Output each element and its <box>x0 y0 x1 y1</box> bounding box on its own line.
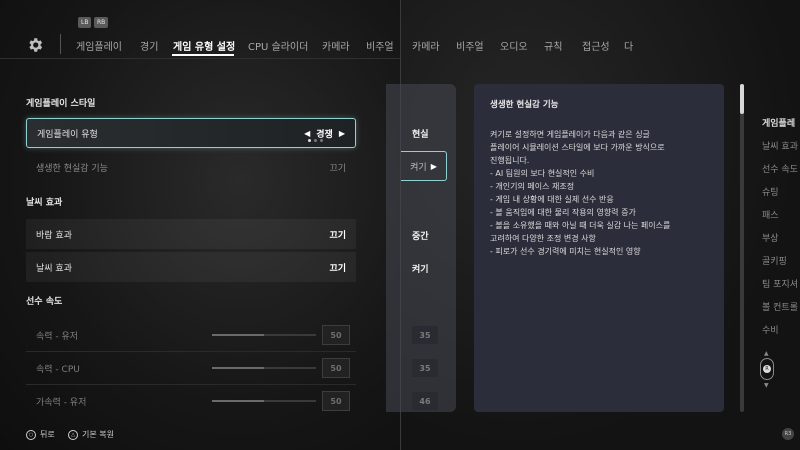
info-line: 진행됩니다. <box>490 156 530 165</box>
info-line: - 볼 움직임에 대한 물리 작용의 영향력 증가 <box>490 208 636 217</box>
ghost-slider-number: 46 <box>412 392 438 410</box>
slider-value-box: 50 <box>322 325 350 345</box>
info-panel: 생생한 현실감 기능 켜기로 설정하면 게임플레이가 다음과 같은 싱글 플레이… <box>474 84 724 412</box>
info-line: 켜기로 설정하면 게임플레이가 다음과 같은 싱글 <box>490 130 650 139</box>
side-item[interactable]: 골키핑 <box>762 254 798 277</box>
slider-track[interactable] <box>212 400 316 402</box>
circle-button-icon: ○ <box>26 429 36 440</box>
weather-effect-value: 끄기 <box>329 263 346 274</box>
arrow-right-icon[interactable]: ▶ <box>431 162 437 171</box>
side-item[interactable]: 볼 컨트롤 <box>762 300 798 323</box>
page-dot <box>308 139 311 142</box>
back-hint[interactable]: ○ 뒤로 <box>26 429 55 440</box>
nav-separator <box>60 34 61 54</box>
ghost-slider-number: 35 <box>412 359 438 377</box>
info-line: 플레이어 시뮬레이션 스타일에 보다 가까운 방식으로 <box>490 143 665 152</box>
info-line: - 개인기의 페이스 재조정 <box>490 182 575 191</box>
tab-accessibility[interactable]: 접근성 <box>582 38 610 53</box>
slider-track[interactable] <box>212 334 316 336</box>
ghost-realism-selector[interactable]: 켜기 ▶ <box>401 151 447 181</box>
slider-value-box: 50 <box>322 391 350 411</box>
section-player-speed: 선수 속도 <box>26 297 63 307</box>
slider-fill <box>212 334 264 336</box>
gear-icon[interactable] <box>26 36 44 54</box>
info-line: - 볼을 소유했을 때와 아닐 때 더욱 실감 나는 페이스를 <box>490 221 671 230</box>
side-item[interactable]: 부상 <box>762 231 798 254</box>
nav-rule <box>0 58 400 59</box>
wind-effect-row[interactable]: 바람 효과 끄기 <box>26 219 356 249</box>
slider-value-box: 50 <box>322 358 350 378</box>
row-separator <box>26 351 356 352</box>
ghost-slider-number: 35 <box>412 326 438 344</box>
arrow-left-icon[interactable]: ◀ <box>304 129 310 138</box>
wind-effect-value: 끄기 <box>329 230 346 241</box>
reset-hint[interactable]: △ 기본 복원 <box>68 429 114 440</box>
info-line: 고려하여 다양한 조정 변경 사항 <box>490 234 596 243</box>
ghost-weather-value: 켜기 <box>412 265 429 275</box>
option-page-dots <box>308 139 323 142</box>
slider-row[interactable]: 가속력 - 유저 50 <box>26 386 356 416</box>
realism-feature-label: 생생한 현실감 기능 <box>36 163 108 174</box>
weather-effect-label: 날씨 효과 <box>36 263 72 274</box>
gameplay-type-label: 게임플레이 유형 <box>37 129 98 140</box>
slider-track[interactable] <box>212 367 316 369</box>
slider-fill <box>212 400 264 402</box>
scrollbar-thumb[interactable] <box>740 84 744 114</box>
slider-row[interactable]: 속력 - CPU 50 <box>26 353 356 383</box>
chevron-down-icon: ▼ <box>764 382 769 389</box>
info-body: 켜기로 설정하면 게임플레이가 다음과 같은 싱글 플레이어 시뮬레이션 스타일… <box>490 128 708 258</box>
tab-rules[interactable]: 규칙 <box>544 38 562 53</box>
tab-visual-right[interactable]: 비주얼 <box>456 38 484 53</box>
tab-game-type-settings[interactable]: 게임 유형 설정 <box>173 38 235 53</box>
wind-effect-label: 바람 효과 <box>36 230 72 241</box>
realism-feature-row[interactable]: 생생한 현실감 기능 끄기 <box>26 152 356 182</box>
chevron-up-icon: ▲ <box>764 350 769 357</box>
info-line: - 게임 내 상황에 대한 실제 선수 반응 <box>490 195 614 204</box>
tab-match[interactable]: 경기 <box>140 38 158 53</box>
tab-visual[interactable]: 비주얼 <box>366 38 394 53</box>
triangle-button-icon: △ <box>68 429 78 440</box>
info-title: 생생한 현실감 기능 <box>490 100 559 110</box>
info-line: - 피로가 선수 경기력에 미치는 현실적인 영향 <box>490 247 641 256</box>
tab-camera[interactable]: 카메라 <box>322 38 350 53</box>
tab-cpu-slider[interactable]: CPU 슬라이더 <box>248 38 308 53</box>
section-gameplay-style: 게임플레이 스타일 <box>26 99 96 109</box>
slider-row[interactable]: 속력 - 유저 50 <box>26 320 356 350</box>
section-weather: 날씨 효과 <box>26 198 63 208</box>
right-stick-scroll-icon: R <box>760 358 774 380</box>
tab-gameplay[interactable]: 게임플레이 <box>76 38 122 53</box>
gameplay-type-value: 경쟁 <box>316 129 333 140</box>
tab-audio[interactable]: 오디오 <box>500 38 528 53</box>
tab-more[interactable]: 다 <box>624 38 633 53</box>
scrollbar[interactable] <box>740 84 744 412</box>
side-item[interactable]: 슈팅 <box>762 185 798 208</box>
back-hint-label: 뒤로 <box>40 430 55 439</box>
info-line: - AI 팀원의 보다 현실적인 수비 <box>490 169 595 178</box>
weather-effect-row[interactable]: 날씨 효과 끄기 <box>26 252 356 282</box>
realism-feature-value: 끄기 <box>329 163 346 174</box>
side-item[interactable]: 수비 <box>762 323 798 346</box>
row-separator <box>26 384 356 385</box>
side-item[interactable]: 게임플레 <box>762 116 798 139</box>
rb-bumper-badge: RB <box>94 17 109 28</box>
ghost-gameplay-type-value: 현실 <box>412 130 429 140</box>
side-item[interactable]: 선수 속도 <box>762 162 798 185</box>
side-item[interactable]: 패스 <box>762 208 798 231</box>
active-tab-underline <box>172 54 234 56</box>
right-stick-label: R <box>763 365 771 373</box>
side-item[interactable]: 팀 포지셔 <box>762 277 798 300</box>
tab-camera-right[interactable]: 카메라 <box>412 38 440 53</box>
side-category-list: 게임플레 날씨 효과 선수 속도 슈팅 패스 부상 골키핑 팀 포지셔 볼 컨트… <box>762 116 798 346</box>
ghost-realism-value: 켜기 <box>410 162 427 173</box>
reset-hint-label: 기본 복원 <box>82 430 114 439</box>
page-dot <box>314 139 317 142</box>
r3-button-icon: R3 <box>782 428 794 440</box>
gameplay-type-row[interactable]: 게임플레이 유형 ◀ 경쟁 ▶ <box>26 118 356 148</box>
page-dot <box>320 139 323 142</box>
lb-bumper-badge: LB <box>78 17 92 28</box>
side-item[interactable]: 날씨 효과 <box>762 139 798 162</box>
slider-fill <box>212 367 264 369</box>
ghost-wind-value: 중간 <box>412 232 429 242</box>
arrow-right-icon[interactable]: ▶ <box>339 129 345 138</box>
